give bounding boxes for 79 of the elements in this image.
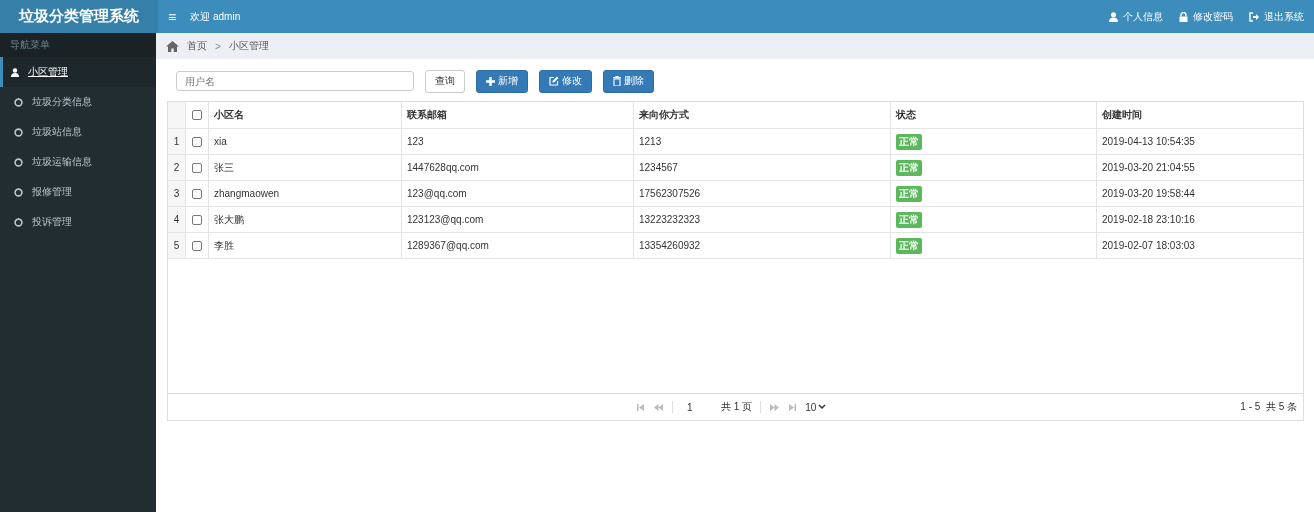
status-badge: 正常: [896, 211, 922, 228]
table-cell: xia: [209, 129, 402, 154]
column-header[interactable]: 状态: [891, 102, 1097, 128]
table-cell: 13223232323: [634, 207, 891, 232]
sidebar-item[interactable]: 垃圾运输信息: [0, 147, 156, 177]
table-cell: 17562307526: [634, 181, 891, 206]
table-cell-text: 2019-03-20 19:58:44: [1101, 187, 1196, 201]
circle-icon: [14, 157, 23, 167]
circle-icon: [14, 187, 23, 197]
table-cell: 123123@qq.com: [402, 207, 634, 232]
header-link[interactable]: 退出系统: [1249, 9, 1304, 24]
table-cell: 123: [402, 129, 634, 154]
header-link[interactable]: 个人信息: [1109, 9, 1163, 24]
table-cell: 张大鹏: [209, 207, 402, 232]
select-all-checkbox[interactable]: [192, 110, 202, 120]
table-cell-text: 2019-04-13 10:54:35: [1101, 135, 1196, 149]
header-link[interactable]: 修改密码: [1179, 9, 1233, 24]
page-number-field[interactable]: 1: [681, 401, 713, 413]
page-count-text: 共 1 页: [721, 400, 753, 414]
sidebar-item[interactable]: 小区管理: [0, 57, 156, 87]
table-cell: zhangmaowen: [209, 181, 402, 206]
user-icon: [11, 67, 19, 77]
table-cell: 1289367@qq.com: [402, 233, 634, 258]
exit-icon: [1249, 11, 1259, 22]
row-number: 2: [168, 155, 186, 180]
table-cell: 1213: [634, 129, 891, 154]
record-count-text: 1 - 5 共 5 条: [1240, 400, 1297, 414]
chevron-down-icon: [818, 404, 827, 410]
menu-button[interactable]: ≡: [168, 8, 177, 25]
lock-icon: [1179, 11, 1188, 22]
table-cell: 123@qq.com: [402, 181, 634, 206]
sidebar-heading: 导航菜单: [0, 33, 156, 57]
column-header[interactable]: 创建时间: [1097, 102, 1303, 128]
breadcrumb-link[interactable]: 首页: [187, 39, 207, 53]
table-cell-text: 2019-03-20 21:04:55: [1101, 161, 1196, 175]
home-icon: [166, 40, 179, 52]
row-checkbox[interactable]: [192, 162, 202, 173]
row-number: 5: [168, 233, 186, 258]
delete-button[interactable]: 删除: [603, 69, 654, 93]
row-checkbox[interactable]: [192, 214, 202, 225]
row-number: 4: [168, 207, 186, 232]
welcome-text: 欢迎 admin: [190, 9, 241, 24]
table-cell-text: 2019-02-07 18:03:03: [1101, 239, 1196, 253]
table-cell-text: 2019-02-18 23:10:16: [1101, 213, 1196, 227]
status-badge: 正常: [896, 237, 922, 254]
table-cell: 1234567: [634, 155, 891, 180]
add-button[interactable]: 新增: [476, 69, 528, 93]
sidebar-item[interactable]: 垃圾分类信息: [0, 87, 156, 117]
table-cell: 张三: [209, 155, 402, 180]
sidebar-item[interactable]: 投诉管理: [0, 207, 156, 237]
column-header[interactable]: 联系邮箱: [402, 102, 634, 128]
row-number: 3: [168, 181, 186, 206]
row-checkbox[interactable]: [192, 240, 202, 251]
edit-icon: [549, 76, 559, 86]
status-badge: 正常: [896, 185, 922, 202]
table-cell: 1447628qq.com: [402, 155, 634, 180]
edit-button[interactable]: 修改: [539, 69, 592, 93]
row-number: 1: [168, 129, 186, 154]
user-icon: [1109, 11, 1118, 22]
trash-icon: [613, 76, 621, 86]
sidebar-item[interactable]: 报修管理: [0, 177, 156, 207]
query-button[interactable]: 查询: [425, 69, 465, 93]
row-checkbox[interactable]: [192, 136, 202, 147]
table-cell: 13354260932: [634, 233, 891, 258]
circle-icon: [14, 217, 23, 227]
app-logo: 垃圾分类管理系统: [0, 0, 158, 33]
breadcrumb-separator: >: [215, 40, 221, 52]
plus-icon: [486, 76, 495, 86]
search-field[interactable]: 用户名: [176, 71, 414, 91]
column-header[interactable]: 小区名: [209, 102, 402, 128]
sidebar-item[interactable]: 垃圾站信息: [0, 117, 156, 147]
table-cell: 李胜: [209, 233, 402, 258]
circle-icon: [14, 127, 23, 137]
column-header[interactable]: 来向你方式: [634, 102, 891, 128]
row-checkbox[interactable]: [192, 188, 202, 199]
status-badge: 正常: [896, 159, 922, 176]
page-size-select[interactable]: 10: [805, 401, 827, 413]
status-badge: 正常: [896, 133, 922, 150]
circle-icon: [14, 97, 23, 107]
